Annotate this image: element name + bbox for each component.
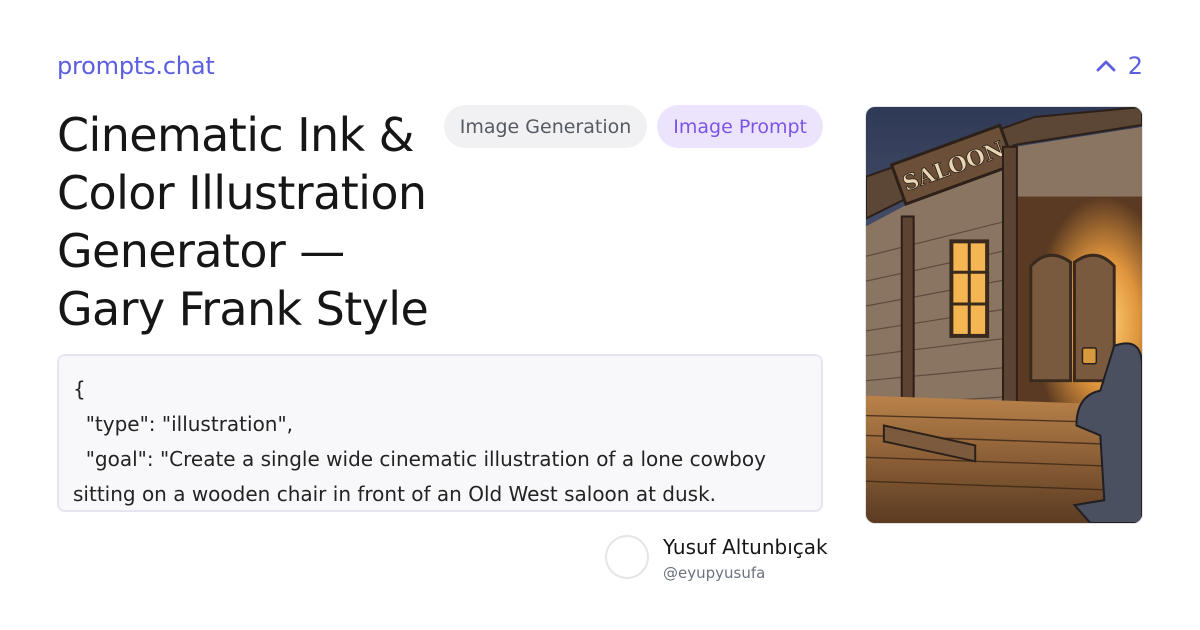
tag-image-generation[interactable]: Image Generation [443,105,648,148]
prompt-title: Cinematic Ink & Color Illustration Gener… [57,108,429,336]
author-card[interactable]: Yusuf Altunbıçak @eyupyusufa [605,535,828,583]
upvote-button[interactable]: 2 [1096,52,1143,80]
upvote-count: 2 [1127,52,1143,80]
tag-image-prompt[interactable]: Image Prompt [657,105,823,148]
prompt-preview-image: SALOON [865,106,1143,524]
avatar[interactable] [605,535,649,579]
prompt-content-preview: { "type": "illustration", "goal": "Creat… [57,354,823,512]
author-name: Yusuf Altunbıçak [663,535,828,559]
author-handle: @eyupyusufa [663,564,766,582]
site-logo-link[interactable]: prompts.chat [57,52,215,80]
prompt-content-text: { "type": "illustration", "goal": "Creat… [73,377,766,506]
chevron-up-icon [1096,59,1116,73]
tag-list: Image Generation Image Prompt [443,105,823,148]
